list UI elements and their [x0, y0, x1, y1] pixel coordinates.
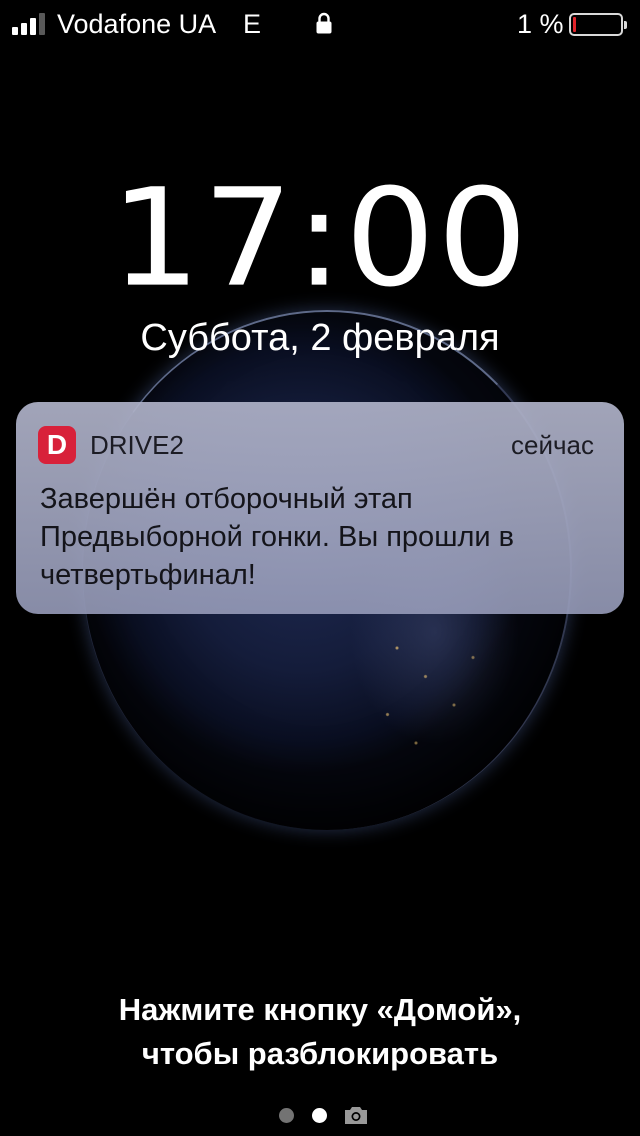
battery-percentage: 1 %	[517, 9, 564, 39]
page-dot-today[interactable]	[279, 1108, 294, 1123]
camera-icon[interactable]	[343, 1104, 369, 1126]
carrier-name: Vodafone UA	[57, 9, 217, 39]
battery-level-fill	[573, 17, 576, 32]
notification-time: сейчас	[511, 430, 594, 460]
lock-screen-time: 17:00	[110, 160, 530, 317]
unlock-hint-line1: Нажмите кнопку «Домой»,	[118, 992, 522, 1027]
unlock-hint: Нажмите кнопку «Домой», чтобы разблокиро…	[0, 988, 640, 1076]
page-indicator	[0, 1100, 640, 1130]
page-dot-active[interactable]	[312, 1108, 327, 1123]
drive2-app-icon: D	[38, 426, 76, 464]
battery-icon	[569, 13, 627, 36]
notification-message: Завершён отборочный этап Предвыборной го…	[40, 483, 515, 591]
lock-screen: Vodafone UA E 1 % 17:00 Суббота, 2 февра…	[0, 0, 640, 1136]
signal-strength-icon	[12, 13, 52, 35]
network-type: E	[243, 9, 262, 39]
city-lights	[340, 610, 530, 800]
unlock-hint-line2: чтобы разблокировать	[141, 1036, 499, 1071]
lock-icon	[316, 12, 332, 34]
notification-app-name: DRIVE2	[90, 430, 184, 460]
notification-card[interactable]: D DRIVE2 сейчас Завершён отборочный этап…	[16, 402, 624, 614]
status-bar: Vodafone UA E 1 %	[0, 0, 640, 48]
lock-screen-date: Суббота, 2 февраля	[140, 317, 500, 359]
